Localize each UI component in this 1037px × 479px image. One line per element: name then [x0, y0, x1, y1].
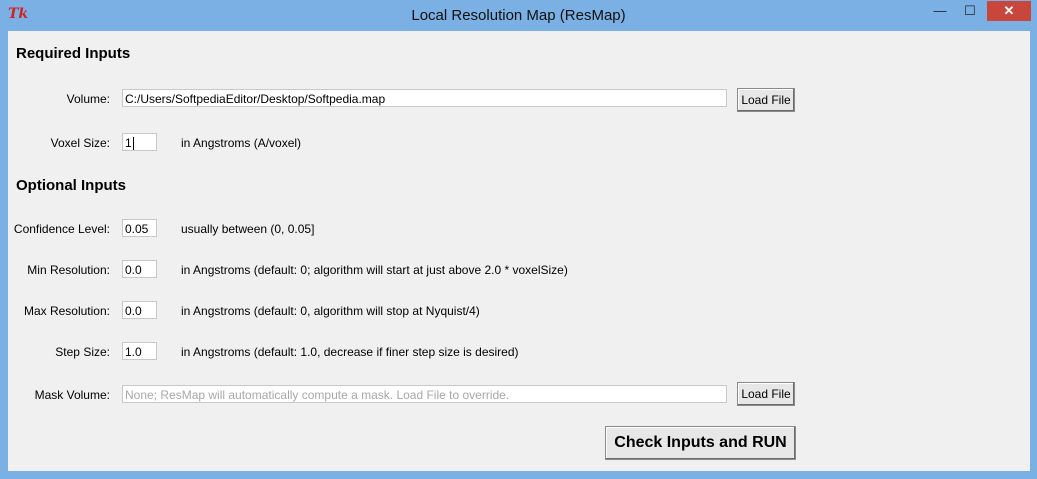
check-inputs-and-run-button[interactable]: Check Inputs and RUN: [605, 426, 796, 460]
minimize-button[interactable]: —: [926, 1, 954, 21]
text-cursor: [132, 137, 134, 150]
voxel-size-value: 1: [125, 136, 132, 150]
volume-label: Volume:: [66, 92, 110, 106]
min-resolution-hint: in Angstroms (default: 0; algorithm will…: [181, 263, 568, 277]
volume-input[interactable]: C:/Users/SoftpediaEditor/Desktop/Softped…: [122, 89, 727, 107]
voxel-size-hint: in Angstroms (A/voxel): [181, 136, 302, 150]
max-resolution-label: Max Resolution:: [23, 304, 110, 318]
mask-volume-input[interactable]: None; ResMap will automatically compute …: [122, 385, 727, 403]
confidence-level-label: Confidence Level:: [13, 222, 110, 236]
min-resolution-label: Min Resolution:: [27, 263, 110, 277]
mask-load-file-button[interactable]: Load File: [737, 382, 795, 406]
max-resolution-hint: in Angstroms (default: 0, algorithm will…: [181, 304, 480, 318]
optional-inputs-heading: Optional Inputs: [16, 177, 126, 194]
voxel-size-input[interactable]: 1: [122, 133, 157, 151]
confidence-level-hint: usually between (0, 0.05]: [181, 222, 315, 236]
step-size-label: Step Size:: [55, 345, 110, 359]
max-resolution-input[interactable]: 0.0: [122, 301, 157, 319]
volume-load-file-button[interactable]: Load File: [737, 88, 795, 112]
maximize-button[interactable]: ☐: [956, 1, 984, 21]
main-panel: Required Inputs Volume: C:/Users/Softped…: [8, 31, 1030, 471]
min-resolution-input[interactable]: 0.0: [122, 260, 157, 278]
confidence-level-input[interactable]: 0.05: [122, 219, 157, 237]
close-button[interactable]: ✕: [987, 1, 1031, 21]
step-size-hint: in Angstroms (default: 1.0, decrease if …: [181, 345, 519, 359]
voxel-size-label: Voxel Size:: [50, 136, 110, 150]
window-title: Local Resolution Map (ResMap): [411, 7, 626, 24]
required-inputs-heading: Required Inputs: [16, 45, 131, 62]
title-bar: Tk Local Resolution Map (ResMap) — ☐ ✕: [0, 0, 1037, 31]
mask-volume-label: Mask Volume:: [34, 388, 110, 402]
step-size-input[interactable]: 1.0: [122, 342, 157, 360]
